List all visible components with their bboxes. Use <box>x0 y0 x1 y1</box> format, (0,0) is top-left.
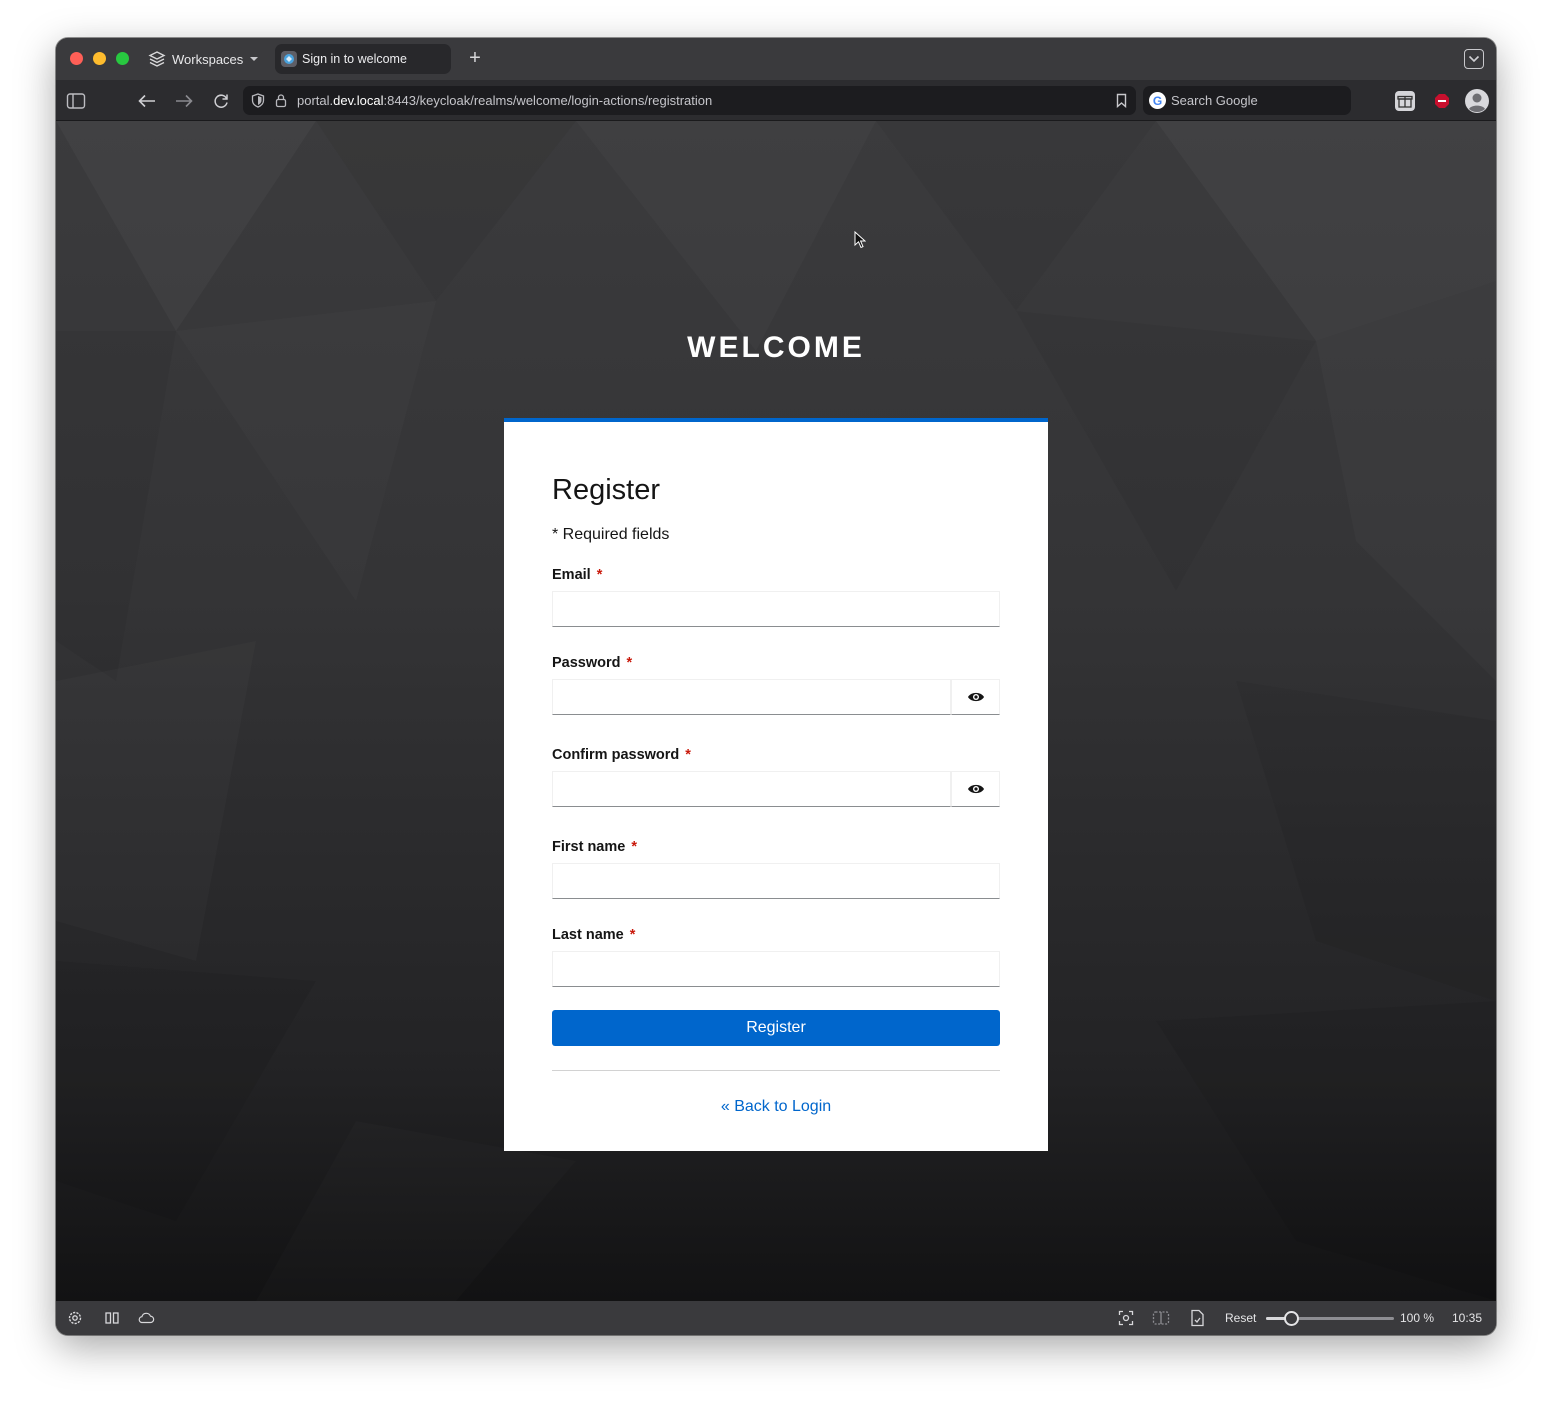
status-bar: Reset 100 % 10:35 <box>56 1301 1496 1335</box>
required-marker: * <box>626 655 633 671</box>
back-to-login-link[interactable]: « Back to Login <box>504 1098 1048 1116</box>
maximize-window-button[interactable] <box>116 52 129 65</box>
tab-title: Sign in to welcome <box>302 52 407 66</box>
tab-sign-in[interactable]: Sign in to welcome <box>275 44 451 74</box>
gift-icon <box>1395 91 1415 111</box>
google-icon: G <box>1149 92 1166 109</box>
email-label-text: Email <box>552 567 591 583</box>
form-divider <box>552 1070 1000 1071</box>
browser-toolbar: portal.dev.local:8443/keycloak/realms/we… <box>56 80 1496 121</box>
blocker-icon <box>1435 94 1449 108</box>
zoom-reset-button[interactable]: Reset <box>1225 1311 1256 1325</box>
capture-icon <box>1118 1310 1134 1326</box>
tab-bar: Workspaces Sign in to welcome + <box>56 38 1496 80</box>
page-actions-icon <box>1191 1309 1204 1327</box>
lock-icon <box>275 93 287 111</box>
last-name-label: Last name * <box>552 927 635 943</box>
tab-list-button[interactable] <box>1464 49 1484 69</box>
new-tab-button[interactable]: + <box>464 48 486 70</box>
confirm-password-label: Confirm password * <box>552 747 691 763</box>
url-path: :8443/keycloak/realms/welcome/login-acti… <box>383 93 713 108</box>
panels-button[interactable] <box>103 1309 121 1327</box>
cloud-icon <box>138 1312 155 1324</box>
forward-button[interactable] <box>173 90 195 112</box>
avatar-icon <box>1465 89 1489 113</box>
eye-icon <box>967 784 984 794</box>
eye-icon <box>967 692 984 702</box>
arrow-left-icon <box>138 94 155 108</box>
first-name-field[interactable] <box>552 863 1000 899</box>
password-label-text: Password <box>552 655 621 671</box>
required-marker: * <box>629 927 636 943</box>
required-fields-note: * Required fields <box>552 526 670 543</box>
gift-button[interactable] <box>1394 90 1416 112</box>
show-password-button[interactable] <box>951 679 1000 715</box>
zoom-slider[interactable] <box>1266 1311 1394 1326</box>
email-field[interactable] <box>552 591 1000 627</box>
workspaces-icon <box>148 50 166 68</box>
shield-icon[interactable] <box>251 93 265 111</box>
favicon-icon <box>281 51 297 67</box>
confirm-password-label-text: Confirm password <box>552 747 680 763</box>
zoom-level: 100 % <box>1400 1311 1435 1325</box>
gear-icon <box>68 1311 82 1325</box>
sidebar-icon <box>66 93 86 109</box>
page-viewport: WELCOME Register * Required fields Email… <box>56 121 1496 1301</box>
workspaces-button[interactable]: Workspaces <box>148 48 259 70</box>
url-prefix: portal. <box>297 93 334 108</box>
sync-button[interactable] <box>137 1309 155 1327</box>
close-window-button[interactable] <box>70 52 83 65</box>
tiling-button[interactable] <box>1152 1309 1170 1327</box>
confirm-password-field[interactable] <box>552 771 951 807</box>
clock: 10:35 <box>1452 1311 1483 1325</box>
panels-icon <box>105 1312 119 1324</box>
required-marker: * <box>685 747 691 763</box>
required-marker: * <box>596 567 603 583</box>
register-card: Register * Required fields Email * Passwo… <box>504 418 1048 1151</box>
register-button[interactable]: Register <box>552 1010 1000 1046</box>
search-placeholder: Search Google <box>1171 93 1258 108</box>
sidebar-toggle-button[interactable] <box>65 90 87 112</box>
page-actions-button[interactable] <box>1188 1309 1206 1327</box>
caret-down-icon <box>249 55 259 63</box>
zoom-slider-handle[interactable] <box>1284 1311 1300 1326</box>
minimize-window-button[interactable] <box>93 52 106 65</box>
profile-button[interactable] <box>1464 88 1490 114</box>
form-title: Register <box>552 474 660 506</box>
back-button[interactable] <box>136 90 158 112</box>
mouse-cursor-icon <box>854 230 867 254</box>
first-name-label: First name * <box>552 839 637 855</box>
required-marker: * <box>631 839 637 855</box>
last-name-field[interactable] <box>552 951 1000 987</box>
last-name-label-text: Last name <box>552 927 624 943</box>
settings-button[interactable] <box>66 1309 84 1327</box>
chevron-down-icon <box>1468 50 1480 68</box>
tile-icon <box>1152 1311 1170 1325</box>
password-field[interactable] <box>552 679 951 715</box>
password-label: Password * <box>552 655 632 671</box>
ad-blocker-button[interactable] <box>1431 90 1453 112</box>
first-name-label-text: First name <box>552 839 626 855</box>
url-text: portal.dev.local:8443/keycloak/realms/we… <box>297 93 712 108</box>
address-bar[interactable]: portal.dev.local:8443/keycloak/realms/we… <box>243 86 1136 115</box>
capture-button[interactable] <box>1117 1309 1135 1327</box>
bookmark-icon[interactable] <box>1116 93 1127 111</box>
url-domain: dev.local <box>333 93 384 108</box>
realm-brand: WELCOME <box>687 331 865 364</box>
browser-window: Workspaces Sign in to welcome + portal.d… <box>56 38 1496 1335</box>
search-input[interactable]: G Search Google <box>1143 86 1351 115</box>
reload-button[interactable] <box>210 90 232 112</box>
workspaces-label: Workspaces <box>172 51 244 67</box>
arrow-right-icon <box>176 94 193 108</box>
reload-icon <box>214 94 228 108</box>
email-label: Email * <box>552 567 602 583</box>
show-confirm-password-button[interactable] <box>951 771 1000 807</box>
